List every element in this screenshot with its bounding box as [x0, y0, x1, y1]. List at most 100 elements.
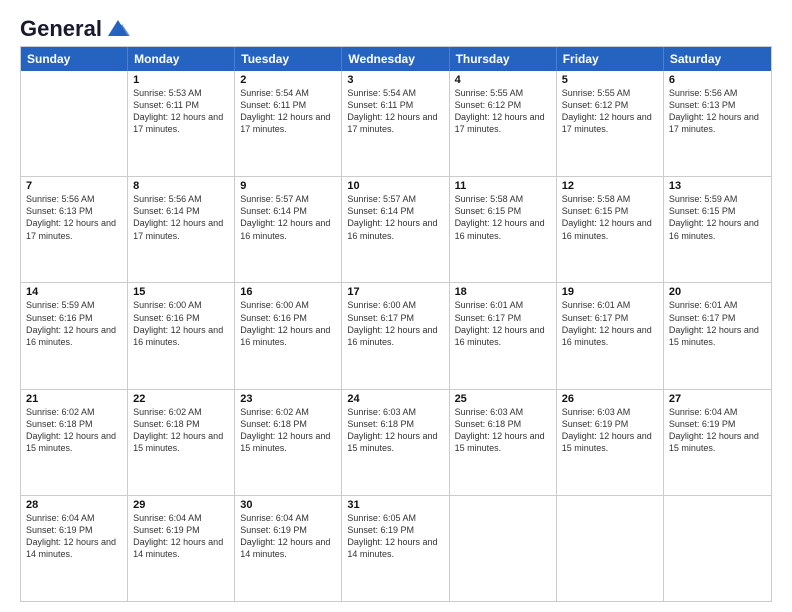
cell-info: Sunrise: 5:59 AM Sunset: 6:16 PM Dayligh… [26, 299, 122, 348]
cell-info: Sunrise: 6:02 AM Sunset: 6:18 PM Dayligh… [240, 406, 336, 455]
cal-cell: 5Sunrise: 5:55 AM Sunset: 6:12 PM Daylig… [557, 71, 664, 176]
cell-info: Sunrise: 5:58 AM Sunset: 6:15 PM Dayligh… [562, 193, 658, 242]
cal-week-5: 28Sunrise: 6:04 AM Sunset: 6:19 PM Dayli… [21, 495, 771, 601]
day-number: 5 [562, 74, 658, 86]
cell-info: Sunrise: 6:04 AM Sunset: 6:19 PM Dayligh… [240, 512, 336, 561]
cal-week-2: 7Sunrise: 5:56 AM Sunset: 6:13 PM Daylig… [21, 176, 771, 282]
day-number: 9 [240, 180, 336, 192]
cell-info: Sunrise: 5:55 AM Sunset: 6:12 PM Dayligh… [455, 87, 551, 136]
day-number: 13 [669, 180, 766, 192]
cell-info: Sunrise: 6:03 AM Sunset: 6:18 PM Dayligh… [347, 406, 443, 455]
cell-info: Sunrise: 5:54 AM Sunset: 6:11 PM Dayligh… [240, 87, 336, 136]
cell-info: Sunrise: 6:01 AM Sunset: 6:17 PM Dayligh… [455, 299, 551, 348]
cell-info: Sunrise: 5:56 AM Sunset: 6:14 PM Dayligh… [133, 193, 229, 242]
cal-cell: 21Sunrise: 6:02 AM Sunset: 6:18 PM Dayli… [21, 390, 128, 495]
cell-info: Sunrise: 6:02 AM Sunset: 6:18 PM Dayligh… [133, 406, 229, 455]
cell-info: Sunrise: 6:03 AM Sunset: 6:19 PM Dayligh… [562, 406, 658, 455]
cell-info: Sunrise: 6:04 AM Sunset: 6:19 PM Dayligh… [26, 512, 122, 561]
day-number: 27 [669, 393, 766, 405]
day-number: 7 [26, 180, 122, 192]
cal-cell: 27Sunrise: 6:04 AM Sunset: 6:19 PM Dayli… [664, 390, 771, 495]
cal-cell: 22Sunrise: 6:02 AM Sunset: 6:18 PM Dayli… [128, 390, 235, 495]
header: General [20, 16, 772, 36]
cal-cell: 3Sunrise: 5:54 AM Sunset: 6:11 PM Daylig… [342, 71, 449, 176]
cell-info: Sunrise: 6:02 AM Sunset: 6:18 PM Dayligh… [26, 406, 122, 455]
cal-cell: 17Sunrise: 6:00 AM Sunset: 6:17 PM Dayli… [342, 283, 449, 388]
cell-info: Sunrise: 5:55 AM Sunset: 6:12 PM Dayligh… [562, 87, 658, 136]
cell-info: Sunrise: 6:00 AM Sunset: 6:17 PM Dayligh… [347, 299, 443, 348]
cal-cell: 19Sunrise: 6:01 AM Sunset: 6:17 PM Dayli… [557, 283, 664, 388]
cal-cell: 20Sunrise: 6:01 AM Sunset: 6:17 PM Dayli… [664, 283, 771, 388]
cell-info: Sunrise: 5:57 AM Sunset: 6:14 PM Dayligh… [347, 193, 443, 242]
cal-cell [664, 496, 771, 601]
cal-cell: 12Sunrise: 5:58 AM Sunset: 6:15 PM Dayli… [557, 177, 664, 282]
cal-cell: 15Sunrise: 6:00 AM Sunset: 6:16 PM Dayli… [128, 283, 235, 388]
cal-cell: 24Sunrise: 6:03 AM Sunset: 6:18 PM Dayli… [342, 390, 449, 495]
day-number: 2 [240, 74, 336, 86]
cal-cell: 7Sunrise: 5:56 AM Sunset: 6:13 PM Daylig… [21, 177, 128, 282]
cell-info: Sunrise: 5:58 AM Sunset: 6:15 PM Dayligh… [455, 193, 551, 242]
day-number: 28 [26, 499, 122, 511]
day-number: 17 [347, 286, 443, 298]
cell-info: Sunrise: 5:54 AM Sunset: 6:11 PM Dayligh… [347, 87, 443, 136]
calendar-header-row: SundayMondayTuesdayWednesdayThursdayFrid… [21, 47, 771, 71]
cell-info: Sunrise: 5:59 AM Sunset: 6:15 PM Dayligh… [669, 193, 766, 242]
day-number: 6 [669, 74, 766, 86]
cal-week-1: 1Sunrise: 5:53 AM Sunset: 6:11 PM Daylig… [21, 71, 771, 176]
cal-header-tuesday: Tuesday [235, 47, 342, 71]
logo-general: General [20, 16, 102, 42]
logo: General [20, 16, 132, 36]
day-number: 15 [133, 286, 229, 298]
day-number: 26 [562, 393, 658, 405]
logo-icon [104, 16, 132, 38]
cal-cell: 14Sunrise: 5:59 AM Sunset: 6:16 PM Dayli… [21, 283, 128, 388]
cal-cell: 18Sunrise: 6:01 AM Sunset: 6:17 PM Dayli… [450, 283, 557, 388]
day-number: 24 [347, 393, 443, 405]
cal-cell: 23Sunrise: 6:02 AM Sunset: 6:18 PM Dayli… [235, 390, 342, 495]
cal-week-3: 14Sunrise: 5:59 AM Sunset: 6:16 PM Dayli… [21, 282, 771, 388]
cell-info: Sunrise: 6:04 AM Sunset: 6:19 PM Dayligh… [669, 406, 766, 455]
cal-cell: 9Sunrise: 5:57 AM Sunset: 6:14 PM Daylig… [235, 177, 342, 282]
cal-cell: 16Sunrise: 6:00 AM Sunset: 6:16 PM Dayli… [235, 283, 342, 388]
cal-header-wednesday: Wednesday [342, 47, 449, 71]
cal-header-friday: Friday [557, 47, 664, 71]
cal-cell: 31Sunrise: 6:05 AM Sunset: 6:19 PM Dayli… [342, 496, 449, 601]
cell-info: Sunrise: 6:05 AM Sunset: 6:19 PM Dayligh… [347, 512, 443, 561]
day-number: 10 [347, 180, 443, 192]
cal-cell: 2Sunrise: 5:54 AM Sunset: 6:11 PM Daylig… [235, 71, 342, 176]
page: General SundayMondayTuesdayWednesdayThur… [0, 0, 792, 612]
cal-cell [21, 71, 128, 176]
calendar-body: 1Sunrise: 5:53 AM Sunset: 6:11 PM Daylig… [21, 71, 771, 601]
cal-cell: 8Sunrise: 5:56 AM Sunset: 6:14 PM Daylig… [128, 177, 235, 282]
day-number: 31 [347, 499, 443, 511]
cal-cell: 26Sunrise: 6:03 AM Sunset: 6:19 PM Dayli… [557, 390, 664, 495]
day-number: 23 [240, 393, 336, 405]
day-number: 14 [26, 286, 122, 298]
cell-info: Sunrise: 5:57 AM Sunset: 6:14 PM Dayligh… [240, 193, 336, 242]
cal-cell: 29Sunrise: 6:04 AM Sunset: 6:19 PM Dayli… [128, 496, 235, 601]
cell-info: Sunrise: 6:04 AM Sunset: 6:19 PM Dayligh… [133, 512, 229, 561]
cal-cell: 30Sunrise: 6:04 AM Sunset: 6:19 PM Dayli… [235, 496, 342, 601]
day-number: 30 [240, 499, 336, 511]
day-number: 12 [562, 180, 658, 192]
day-number: 11 [455, 180, 551, 192]
calendar: SundayMondayTuesdayWednesdayThursdayFrid… [20, 46, 772, 602]
cell-info: Sunrise: 5:53 AM Sunset: 6:11 PM Dayligh… [133, 87, 229, 136]
day-number: 18 [455, 286, 551, 298]
cal-cell [557, 496, 664, 601]
day-number: 1 [133, 74, 229, 86]
day-number: 3 [347, 74, 443, 86]
cell-info: Sunrise: 6:03 AM Sunset: 6:18 PM Dayligh… [455, 406, 551, 455]
cal-header-monday: Monday [128, 47, 235, 71]
cal-cell: 11Sunrise: 5:58 AM Sunset: 6:15 PM Dayli… [450, 177, 557, 282]
day-number: 19 [562, 286, 658, 298]
day-number: 21 [26, 393, 122, 405]
day-number: 8 [133, 180, 229, 192]
cell-info: Sunrise: 6:00 AM Sunset: 6:16 PM Dayligh… [133, 299, 229, 348]
cell-info: Sunrise: 6:01 AM Sunset: 6:17 PM Dayligh… [669, 299, 766, 348]
cal-header-saturday: Saturday [664, 47, 771, 71]
cell-info: Sunrise: 5:56 AM Sunset: 6:13 PM Dayligh… [26, 193, 122, 242]
day-number: 16 [240, 286, 336, 298]
cal-cell: 4Sunrise: 5:55 AM Sunset: 6:12 PM Daylig… [450, 71, 557, 176]
cal-header-thursday: Thursday [450, 47, 557, 71]
